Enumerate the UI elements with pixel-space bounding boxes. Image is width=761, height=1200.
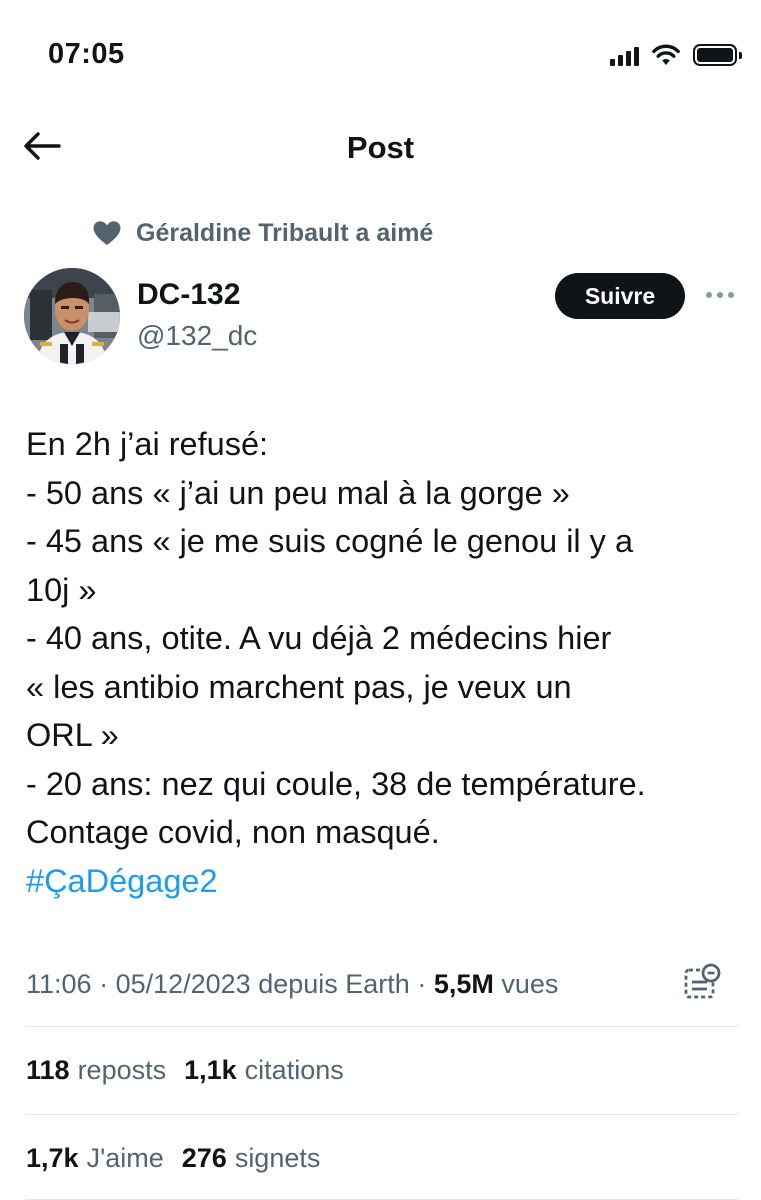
cellular-signal-icon [610, 44, 639, 66]
likes-label: J'aime [86, 1142, 164, 1173]
page-title: Post [346, 130, 415, 165]
social-context-text: Géraldine Tribault a aimé [136, 218, 434, 247]
social-context[interactable]: Géraldine Tribault a aimé [92, 216, 433, 250]
reposts-count: 118 [26, 1054, 70, 1085]
tweet-line: En 2h j’ai refusé: [26, 426, 269, 462]
display-name[interactable]: DC-132 [137, 278, 240, 312]
quotes-count: 1,1k [184, 1054, 237, 1085]
reposts-label: reposts [77, 1054, 167, 1085]
avatar-image [24, 268, 120, 364]
bookmarks-count: 276 [181, 1142, 227, 1173]
wifi-icon [652, 44, 680, 65]
tweet-line: ORL » [26, 717, 119, 753]
views-count: 5,5M [433, 968, 494, 999]
analytics-button[interactable] [683, 962, 723, 1002]
tweet-date[interactable]: 05/12/2023 [116, 969, 251, 1000]
hashtag-link[interactable]: #ÇaDégage2 [26, 857, 738, 906]
author-row: DC-132 @132_dc Suivre [0, 266, 761, 366]
tweet-line: - 20 ans: nez qui coule, 38 de températu… [26, 765, 646, 802]
tweet-line: - 40 ans, otite. A vu déjà 2 médecins hi… [26, 620, 612, 656]
quotes-stat[interactable]: 1,1k citations [184, 1055, 344, 1086]
status-bar: 07:05 [0, 0, 761, 110]
reposts-stat[interactable]: 118 reposts [26, 1055, 166, 1086]
tweet-line: Contage covid, non masqué. [26, 814, 440, 850]
meta-separator: · [91, 968, 116, 999]
tweet-line: - 50 ans « j’ai un peu mal à la gorge » [26, 474, 570, 511]
battery-icon [693, 44, 742, 66]
divider [26, 1026, 738, 1027]
heart-icon [93, 221, 121, 245]
avatar[interactable] [24, 268, 120, 364]
tweet-source: depuis Earth [258, 968, 410, 999]
tweet-text: En 2h j’ai refusé: - 50 ans « j’ai un pe… [26, 420, 738, 905]
tweet-line: « les antibio marchent pas, je veux un [26, 668, 572, 705]
quotes-label: citations [244, 1054, 344, 1085]
more-options-icon[interactable] [700, 278, 740, 312]
tweet-time[interactable]: 11:06 [26, 969, 92, 1000]
follow-button[interactable]: Suivre [555, 273, 685, 319]
meta-separator: · [409, 968, 434, 999]
status-icons [610, 40, 742, 70]
likes-stat[interactable]: 1,7k J'aime [26, 1143, 164, 1174]
tweet-line: - 45 ans « je me suis cogné le genou il … [26, 523, 634, 559]
divider [26, 1114, 738, 1115]
status-time: 07:05 [48, 38, 125, 70]
nav-bar: Post [0, 110, 761, 184]
likes-count: 1,7k [26, 1142, 79, 1173]
handle[interactable]: @132_dc [137, 320, 257, 352]
tweet-line: 10j » [26, 571, 97, 608]
bookmarks-label: signets [234, 1142, 321, 1173]
tweet-meta: 11:06 · 05/12/2023 depuis Earth · 5,5M v… [26, 962, 738, 1006]
views-label: vues [501, 968, 559, 999]
stats-row-engagement: 1,7k J'aime 276 signets [26, 1136, 738, 1180]
post-analytics-icon [684, 963, 721, 999]
stats-row-shares: 118 reposts 1,1k citations [26, 1048, 738, 1092]
bookmarks-stat[interactable]: 276 signets [182, 1143, 321, 1174]
